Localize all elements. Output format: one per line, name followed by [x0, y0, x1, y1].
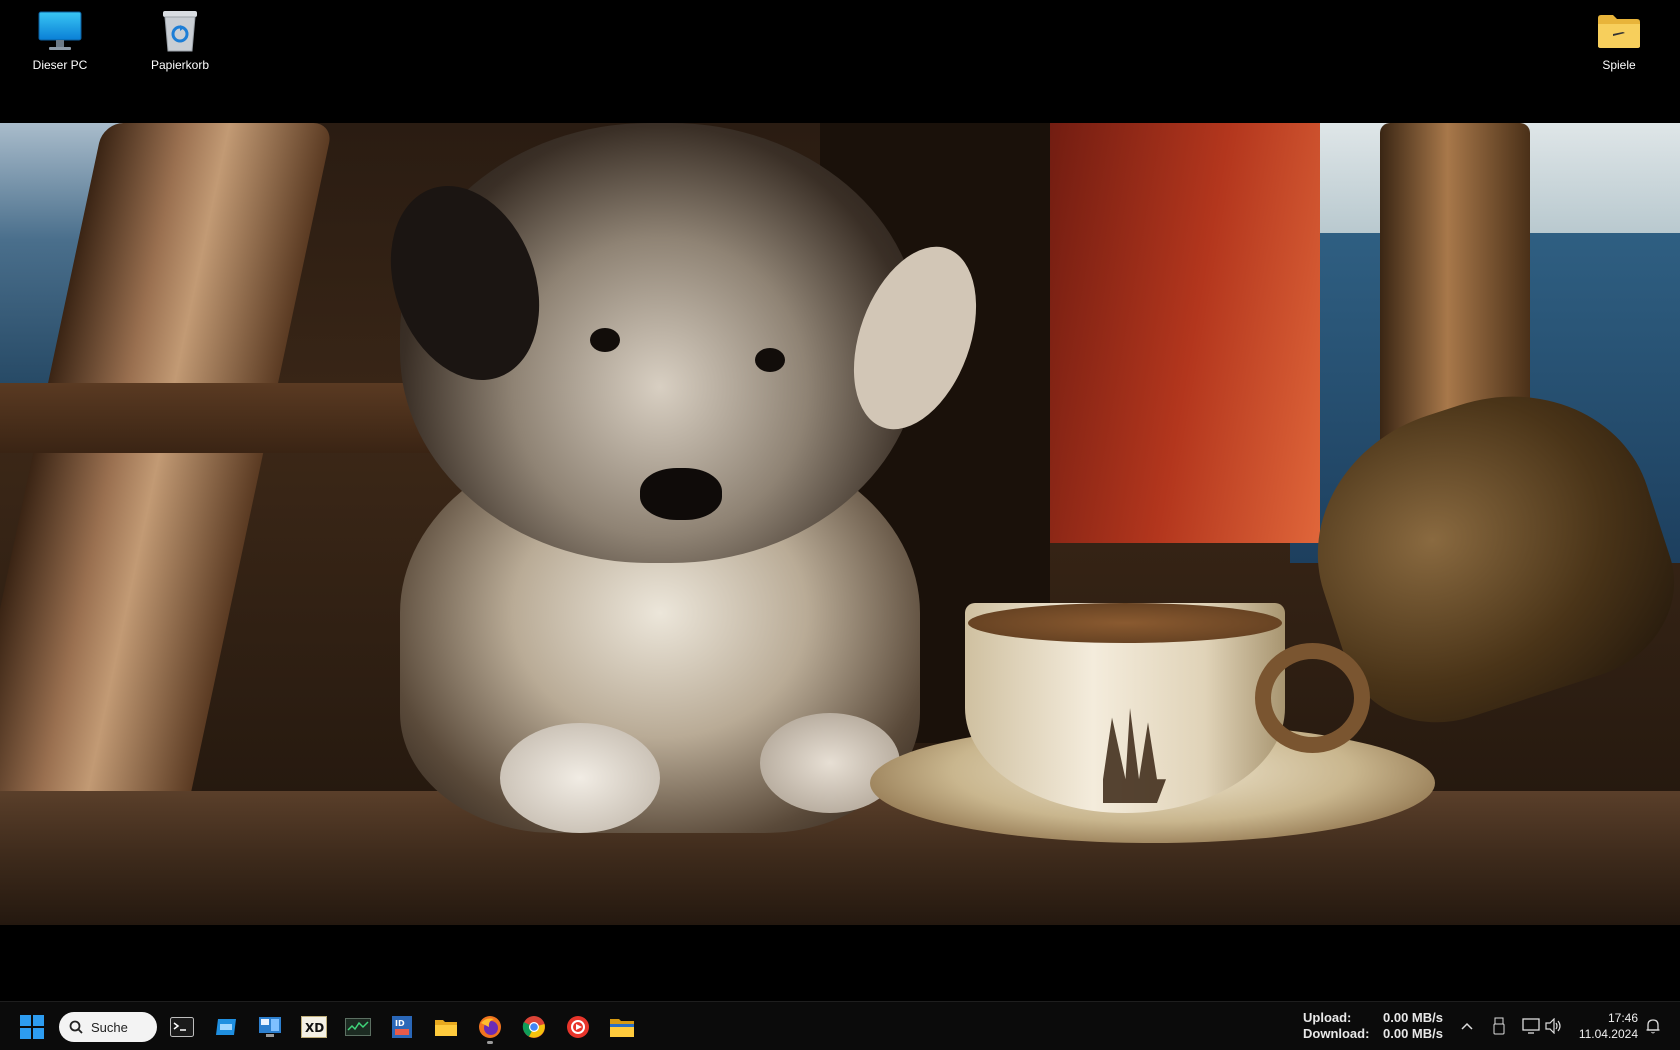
search-icon: [69, 1020, 83, 1034]
taskbar-app-monitor[interactable]: [339, 1008, 377, 1046]
svg-text:ID: ID: [395, 1019, 405, 1028]
speaker-icon: [1545, 1018, 1561, 1034]
taskbar-app-firefox[interactable]: [471, 1008, 509, 1046]
desktop-icon-label: Dieser PC: [32, 58, 88, 72]
taskbar-app-id[interactable]: ID: [383, 1008, 421, 1046]
usb-drive-icon: [1493, 1017, 1505, 1035]
volume-tray[interactable]: [1544, 1016, 1564, 1036]
download-label: Download:: [1303, 1026, 1370, 1041]
desktop-icon-games-folder[interactable]: Spiele: [1571, 8, 1667, 80]
file-explorer-icon: [435, 1020, 457, 1036]
network-tray[interactable]: [1521, 1016, 1541, 1036]
firefox-icon: [479, 1016, 501, 1038]
chevron-up-icon: [1461, 1022, 1473, 1030]
upload-label: Upload:: [1303, 1010, 1352, 1025]
search-input[interactable]: Suche: [59, 1012, 157, 1042]
taskbar-app-terminal[interactable]: [163, 1008, 201, 1046]
taskbar-app-xd[interactable]: XD: [295, 1008, 333, 1046]
taskbar-app-blue[interactable]: [207, 1008, 245, 1046]
network-speed-widget: Upload: 0.00 MB/s Download: 0.00 MB/s: [1303, 1010, 1443, 1042]
clock-date: 11.04.2024: [1578, 1027, 1638, 1041]
red-circle-app-icon: [567, 1016, 589, 1038]
upload-value: 0.00 MB/s: [1383, 1010, 1443, 1025]
start-button[interactable]: [13, 1008, 51, 1046]
green-chart-icon: [345, 1018, 371, 1036]
blue-window-icon: [216, 1019, 236, 1035]
taskbar: Suche XD ID Upload: 0.00 MB/s Download: …: [0, 1001, 1680, 1050]
desktop-icon-label: Spiele: [1602, 58, 1636, 72]
chrome-icon: [522, 1016, 545, 1038]
desktop-icon-this-pc[interactable]: Dieser PC: [12, 8, 108, 80]
monitor-icon: [37, 8, 83, 54]
notification-center-button[interactable]: [1643, 1016, 1663, 1036]
folder-icon: [1596, 8, 1642, 54]
usb-drive-tray[interactable]: [1489, 1016, 1509, 1036]
desktop-icon-label: Papierkorb: [150, 58, 210, 72]
clock-time: 17:46: [1607, 1011, 1638, 1025]
svg-text:XD: XD: [305, 1021, 324, 1035]
desktop-icon-recycle-bin[interactable]: Papierkorb: [132, 8, 228, 80]
show-hidden-icons-button[interactable]: [1457, 1016, 1477, 1036]
search-label: Suche: [91, 1019, 128, 1035]
clock[interactable]: 17:46 11.04.2024: [1576, 1010, 1638, 1042]
windows-start-icon: [20, 1015, 44, 1039]
desktop-wallpaper: [0, 123, 1680, 925]
taskbar-app-folder[interactable]: [603, 1008, 641, 1046]
id-card-icon: ID: [392, 1016, 412, 1038]
taskbar-app-chrome[interactable]: [515, 1008, 553, 1046]
taskbar-app-red[interactable]: [559, 1008, 597, 1046]
folder-icon: [610, 1019, 634, 1037]
bell-icon: [1646, 1019, 1660, 1034]
control-panel-icon: [259, 1017, 281, 1037]
xd-app-icon: XD: [301, 1016, 327, 1038]
recycle-bin-icon: [157, 8, 203, 54]
active-indicator: [487, 1041, 493, 1044]
taskbar-app-file-explorer[interactable]: [427, 1008, 465, 1046]
taskbar-app-control-panel[interactable]: [251, 1008, 289, 1046]
network-icon: [1522, 1018, 1540, 1034]
terminal-icon: [170, 1017, 194, 1037]
download-value: 0.00 MB/s: [1383, 1026, 1443, 1041]
